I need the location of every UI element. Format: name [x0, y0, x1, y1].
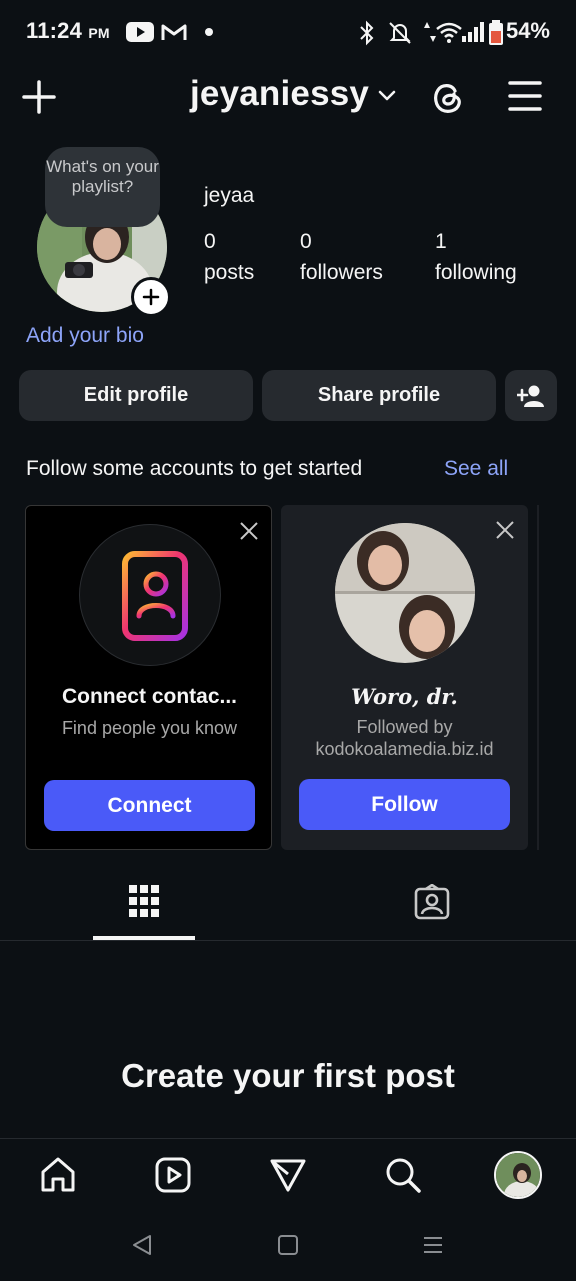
card-title: Connect contac...	[61, 685, 238, 708]
menu-icon[interactable]	[508, 80, 542, 112]
stat-followers[interactable]: 0 followers	[300, 226, 383, 288]
suggestions-heading: Follow some accounts to get started	[26, 457, 363, 480]
see-all-link[interactable]: See all	[444, 457, 508, 481]
edit-profile-button[interactable]: Edit profile	[19, 370, 253, 421]
display-name: jeyaa	[204, 184, 255, 207]
notification-dot	[205, 28, 213, 36]
wifi-icon	[436, 22, 462, 43]
square-icon[interactable]	[277, 1234, 299, 1256]
chevron-down-icon[interactable]	[377, 88, 397, 104]
add-person-icon	[517, 385, 544, 407]
close-icon[interactable]	[495, 520, 515, 540]
back-icon[interactable]	[131, 1233, 153, 1257]
data-arrows-icon	[424, 22, 436, 42]
connect-contacts-card: Connect contac... Find people you know C…	[25, 505, 272, 850]
battery-icon	[489, 20, 503, 45]
note-bubble[interactable]: What's on your playlist?	[45, 147, 160, 227]
threads-icon[interactable]	[430, 79, 466, 115]
send-icon[interactable]	[269, 1156, 307, 1194]
reels-icon[interactable]	[154, 1156, 192, 1194]
profile-tab-avatar[interactable]	[494, 1151, 542, 1199]
follow-button[interactable]: Follow	[299, 779, 510, 830]
share-profile-button[interactable]: Share profile	[262, 370, 496, 421]
bottom-nav	[0, 1138, 576, 1281]
card-title: Woro, dr.	[351, 684, 458, 709]
stat-posts[interactable]: 0 posts	[204, 226, 254, 288]
bluetooth-icon	[360, 20, 374, 46]
contacts-icon-circle	[79, 524, 221, 666]
discover-people-button[interactable]	[505, 370, 557, 421]
tagged-icon[interactable]	[414, 884, 450, 920]
gmail-icon	[161, 24, 187, 40]
search-icon[interactable]	[384, 1156, 422, 1194]
username-switcher[interactable]: jeyaniessy	[190, 74, 369, 114]
grid-icon[interactable]	[128, 884, 160, 918]
next-card-edge	[537, 505, 539, 850]
suggested-avatar[interactable]	[335, 523, 475, 663]
suggested-account-card: Woro, dr. Followed by kodokoalamedia.biz…	[281, 505, 528, 850]
battery-percent: 54%	[505, 18, 550, 43]
signal-icon	[462, 22, 484, 42]
plus-icon	[142, 288, 160, 306]
mute-icon	[389, 22, 411, 44]
add-story-button[interactable]	[131, 277, 171, 317]
plus-icon[interactable]	[22, 80, 56, 114]
tabs-divider	[0, 940, 576, 941]
youtube-icon	[126, 22, 154, 42]
empty-state-title: Create your first post	[121, 1057, 455, 1094]
add-bio-link[interactable]: Add your bio	[26, 324, 144, 348]
close-icon[interactable]	[239, 521, 259, 541]
lines-icon[interactable]	[422, 1235, 444, 1255]
card-subtitle: Find people you know	[61, 718, 238, 738]
home-icon[interactable]	[39, 1156, 77, 1194]
contacts-icon	[114, 551, 188, 641]
stat-following[interactable]: 1 following	[435, 226, 517, 288]
connect-button[interactable]: Connect	[44, 780, 255, 831]
status-time: 11:24 PM	[26, 18, 110, 43]
card-subtitle: Followed by kodokoalamedia.biz.id	[315, 717, 494, 759]
